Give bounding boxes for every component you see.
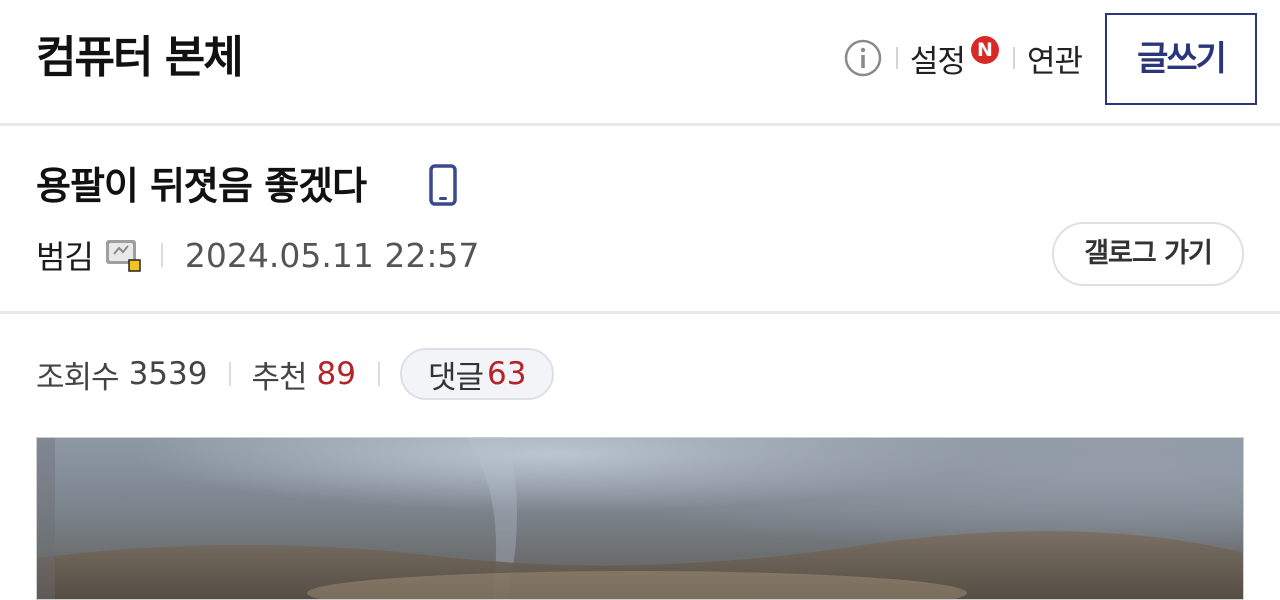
recommend-count: 89 [316, 356, 356, 392]
stat-separator [377, 362, 380, 386]
gallog-button[interactable]: 갤로그 가기 [1052, 222, 1244, 286]
views-label: 조회수 [36, 359, 120, 396]
post-date: 2024.05.11 22:57 [184, 235, 480, 275]
comments-count: 63 [487, 356, 527, 392]
post-title: 용팔이 뒤졋음 좋겠다 [36, 164, 367, 208]
gallery-header: 컴퓨터 본체 설정 N 연관 글쓰기 [0, 0, 1280, 122]
header-divider [0, 123, 1280, 126]
comments-label: 댓글 [427, 359, 484, 396]
mobile-phone-icon [429, 164, 457, 206]
post-meta: 범김 2024.05.11 22:57 [36, 228, 479, 282]
post-image-photo [37, 438, 1243, 599]
stat-separator [229, 362, 232, 386]
meta-separator [160, 243, 163, 267]
related-link[interactable]: 연관 [1027, 36, 1083, 81]
writer-nickname[interactable]: 범김 [36, 232, 94, 278]
write-button[interactable]: 글쓰기 [1105, 13, 1257, 105]
post-image [36, 437, 1244, 600]
tool-separator [1012, 47, 1015, 69]
gallery-title[interactable]: 컴퓨터 본체 [36, 28, 244, 88]
info-icon[interactable] [844, 39, 882, 77]
tool-separator [895, 47, 898, 69]
views-count: 3539 [128, 356, 208, 392]
comments-button[interactable]: 댓글 63 [399, 348, 555, 400]
fixed-nick-icon [105, 240, 141, 272]
meta-divider [0, 311, 1280, 314]
post-stats: 조회수 3539 추천 89 댓글 63 [36, 346, 555, 402]
recommend-label: 추천 [251, 359, 307, 396]
settings-link[interactable]: 설정 [910, 36, 966, 81]
header-tools: 설정 N 연관 [844, 34, 1083, 82]
new-badge: N [970, 36, 999, 64]
